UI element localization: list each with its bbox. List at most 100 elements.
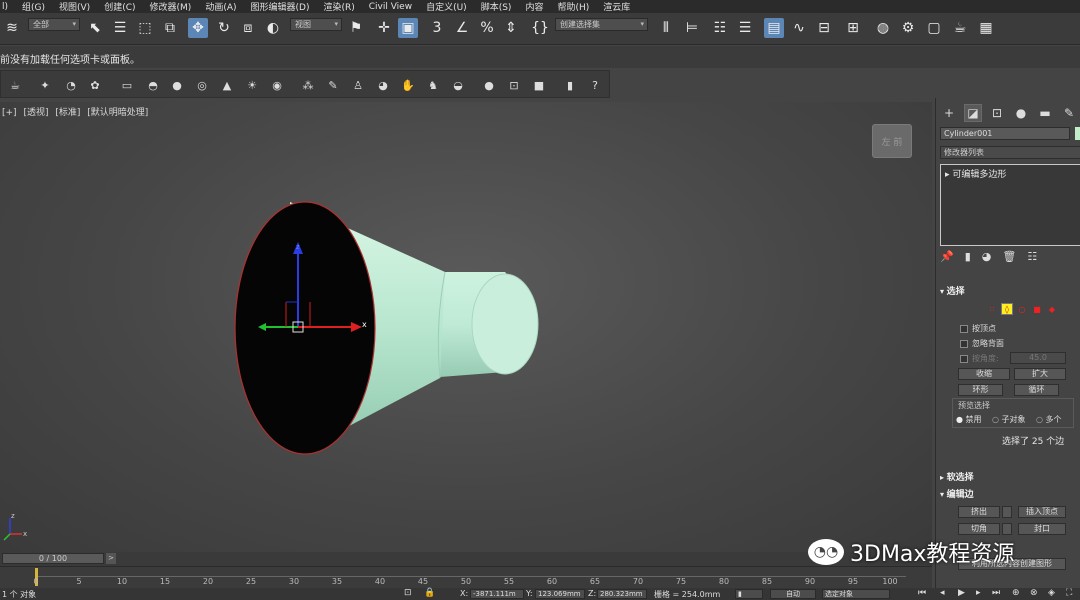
keyboard-shortcut-override-icon[interactable]: ▣: [398, 18, 418, 38]
render-setup-icon[interactable]: ⚙: [898, 18, 918, 38]
render-frame-icon[interactable]: ⊡: [506, 77, 522, 93]
bone-icon[interactable]: ✎: [325, 77, 341, 93]
torus-icon[interactable]: ◎: [194, 77, 210, 93]
named-selection-dropdown[interactable]: 创建选择集: [555, 18, 648, 31]
angle-snap-icon[interactable]: ∠: [452, 18, 472, 38]
layer-explorer-icon[interactable]: ☷: [710, 18, 730, 38]
sun-icon[interactable]: ☀: [244, 77, 260, 93]
material-ball-icon[interactable]: ●: [481, 77, 497, 93]
menu-item-create[interactable]: 创建(C): [104, 0, 135, 13]
menu-item-scripting[interactable]: 脚本(S): [481, 0, 512, 13]
previous-frame-icon[interactable]: ◂: [940, 588, 945, 598]
modifier-list-dropdown[interactable]: 修改器列表: [940, 146, 1080, 159]
orbit-icon[interactable]: ◈: [1048, 588, 1055, 598]
menu-item-help[interactable]: 帮助(H): [557, 0, 589, 13]
edge-mode-icon[interactable]: ◊: [1001, 303, 1013, 315]
disc-icon[interactable]: ◉: [269, 77, 285, 93]
menu-item-group-partial[interactable]: l): [2, 2, 8, 12]
zoom-icon[interactable]: ⊕: [1012, 588, 1020, 598]
sphere-icon[interactable]: ●: [169, 77, 185, 93]
menu-item-graph-editors[interactable]: 图形编辑器(D): [251, 0, 310, 13]
angle-spinner[interactable]: 45.0: [1010, 352, 1066, 364]
track-bar[interactable]: 0 5 10 15 20 25 30 35 40 45 50 55 60 65 …: [0, 566, 932, 588]
cone-icon[interactable]: ▲: [219, 77, 235, 93]
element-mode-icon[interactable]: ◆: [1046, 303, 1058, 315]
shrink-button[interactable]: 收缩: [958, 368, 1010, 380]
isolate-icon[interactable]: ⊡: [404, 588, 412, 598]
ring-button[interactable]: 环形: [958, 384, 1003, 396]
by-angle-checkbox[interactable]: 按角度:: [960, 353, 999, 364]
box-icon[interactable]: ▭: [119, 77, 135, 93]
move-icon[interactable]: ✥: [188, 18, 208, 38]
globe-icon[interactable]: ◕: [375, 77, 391, 93]
material-editor-icon[interactable]: ◍: [873, 18, 893, 38]
next-frame-button[interactable]: >: [106, 553, 116, 564]
hand-icon[interactable]: ✋: [400, 77, 416, 93]
menu-item-animation[interactable]: 动画(A): [205, 0, 236, 13]
menu-item-content[interactable]: 内容: [525, 0, 543, 13]
align-icon[interactable]: ⊨: [682, 18, 702, 38]
y-coordinate-field[interactable]: 123.069mm: [535, 589, 585, 599]
helper-icon[interactable]: ✿: [87, 77, 103, 93]
z-coordinate-field[interactable]: 280.323mm: [597, 589, 647, 599]
edit-edges-rollout-header[interactable]: 编辑边: [940, 487, 1080, 500]
modifier-stack[interactable]: ▸ 可编辑多边形: [940, 164, 1080, 246]
chamfer-button[interactable]: 切角: [958, 523, 1000, 535]
border-mode-icon[interactable]: ○: [1016, 303, 1028, 315]
go-to-end-icon[interactable]: ⏭: [992, 588, 1000, 598]
edit-named-selection-icon[interactable]: {}: [530, 18, 550, 38]
extrude-settings-button[interactable]: [1002, 506, 1012, 518]
time-slider[interactable]: 0 / 100: [2, 553, 104, 564]
pin-stack-icon[interactable]: 📌: [940, 250, 954, 266]
rect-selection-icon[interactable]: ⬚: [135, 18, 155, 38]
zoom-all-icon[interactable]: ⊗: [1030, 588, 1038, 598]
vertex-mode-icon[interactable]: ⁙: [986, 303, 998, 315]
render-production-icon[interactable]: ☕: [950, 18, 970, 38]
stack-item-editable-poly[interactable]: ▸ 可编辑多边形: [945, 167, 1006, 180]
toggle-ribbon-icon[interactable]: ☰: [735, 18, 755, 38]
mirror-icon[interactable]: ⫴: [656, 18, 676, 38]
motion-tab-icon[interactable]: ●: [1012, 104, 1030, 122]
selection-rollout-header[interactable]: 选择: [940, 284, 1080, 297]
percent-snap-icon[interactable]: %: [477, 18, 497, 38]
play-icon[interactable]: ▶: [958, 588, 965, 598]
create-tab-icon[interactable]: +: [940, 104, 958, 122]
preview-subobject-radio[interactable]: 子对象: [992, 414, 1026, 425]
select-object-icon[interactable]: ⬉: [85, 18, 105, 38]
select-and-manipulate-icon[interactable]: ✛: [374, 18, 394, 38]
teapot-icon[interactable]: ☕: [7, 77, 23, 93]
insert-vertex-button[interactable]: 插入顶点: [1018, 506, 1066, 518]
configure-modifier-sets-icon[interactable]: ☷: [1027, 250, 1037, 266]
render-iterative-icon[interactable]: ▦: [976, 18, 996, 38]
grow-button[interactable]: 扩大: [1014, 368, 1066, 380]
curve-editor-icon[interactable]: ∿: [789, 18, 809, 38]
remove-modifier-icon[interactable]: 🗑: [1002, 250, 1016, 266]
rotate-icon[interactable]: ↻: [214, 18, 234, 38]
auto-key-button[interactable]: 自动: [770, 589, 816, 599]
menu-item-render-cloud[interactable]: 渲云库: [603, 0, 630, 13]
display-tab-icon[interactable]: ▬: [1036, 104, 1054, 122]
render-camera-icon[interactable]: ■: [531, 77, 547, 93]
extrude-button[interactable]: 挤出: [958, 506, 1000, 518]
link-icon[interactable]: ≋: [2, 18, 22, 38]
place-icon[interactable]: ◐: [263, 18, 283, 38]
preview-multi-radio[interactable]: 多个: [1036, 414, 1062, 425]
help-icon[interactable]: ?: [587, 77, 603, 93]
key-filter-dropdown[interactable]: 选定对象: [822, 589, 890, 599]
lock-selection-icon[interactable]: 🔒: [424, 588, 435, 598]
menu-item-customize[interactable]: 自定义(U): [426, 0, 467, 13]
menu-item-rendering[interactable]: 渲染(R): [323, 0, 354, 13]
window-crossing-icon[interactable]: ⧉: [160, 18, 180, 38]
selection-filter-dropdown[interactable]: 全部: [28, 18, 80, 31]
cap-button[interactable]: 封口: [1018, 523, 1066, 535]
spinner-snap-icon[interactable]: ⇕: [501, 18, 521, 38]
modify-tab-icon[interactable]: ◪: [964, 104, 982, 122]
make-unique-icon[interactable]: ◕: [982, 250, 992, 266]
scale-icon[interactable]: ⧈: [238, 18, 258, 38]
menu-item-group[interactable]: 组(G): [22, 0, 45, 13]
object-name-field[interactable]: Cylinder001: [940, 127, 1070, 140]
camera-icon[interactable]: ◔: [63, 77, 79, 93]
ignore-backfacing-checkbox[interactable]: 忽略背面: [960, 338, 1004, 349]
figure-icon[interactable]: ♙: [350, 77, 366, 93]
utilities-tab-icon[interactable]: ✎: [1060, 104, 1078, 122]
